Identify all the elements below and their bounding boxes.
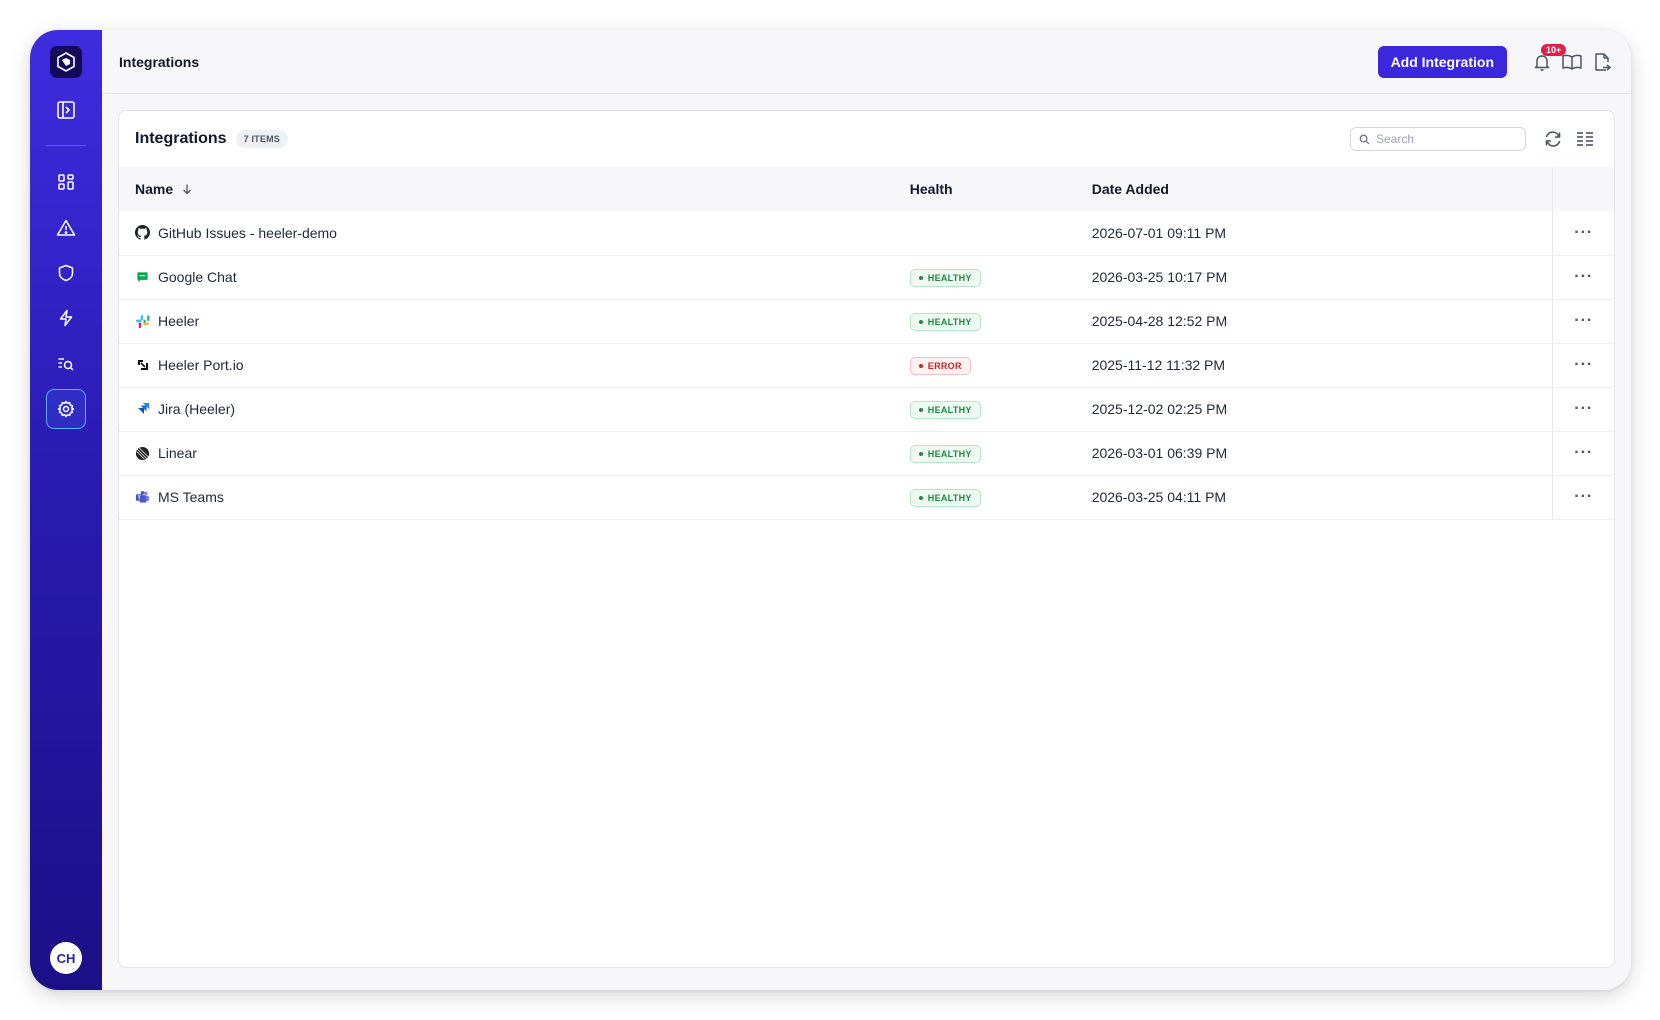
sidebar: CH [30, 30, 102, 990]
sidebar-item-alerts[interactable] [50, 212, 82, 244]
search-input[interactable] [1376, 132, 1517, 146]
refresh-button[interactable] [1540, 126, 1566, 152]
row-actions-button[interactable]: ··· [1574, 444, 1593, 461]
columns-icon [1577, 132, 1593, 146]
document-export-icon [1595, 52, 1612, 71]
sort-down-icon [183, 184, 191, 195]
search-list-icon [58, 358, 74, 371]
sidebar-item-security[interactable] [50, 257, 82, 289]
page-title: Integrations [119, 53, 200, 70]
docs-button[interactable] [1559, 49, 1585, 75]
column-header-actions [1552, 167, 1614, 211]
content-area: Integrations 7 ITEMS Search Name Health … [102, 94, 1631, 990]
table-row[interactable]: Heeler HEALTHY 2025-04-28 12:52 PM ··· [119, 299, 1614, 343]
logo-icon [57, 52, 75, 72]
item-count-badge: 7 ITEMS [235, 130, 288, 148]
integrations-card: Integrations 7 ITEMS Search Name Health … [118, 110, 1615, 968]
row-actions-button[interactable]: ··· [1574, 268, 1593, 285]
main-area: Integrations Add Integration 10+ Integra… [102, 30, 1631, 990]
column-header-name[interactable]: Name [119, 167, 894, 211]
table-row[interactable]: Google Chat HEALTHY 2026-03-25 10:17 PM … [119, 255, 1614, 299]
status-badge: HEALTHY [909, 489, 981, 507]
jira-icon [135, 402, 150, 417]
date-added: 2025-11-12 11:32 PM [1091, 357, 1226, 373]
github-icon [135, 225, 150, 240]
date-added: 2025-04-28 12:52 PM [1091, 313, 1228, 329]
integration-name[interactable]: Google Chat [158, 269, 237, 285]
sidebar-divider [46, 145, 86, 146]
search-box[interactable] [1350, 127, 1526, 151]
date-added: 2026-03-01 06:39 PM [1091, 445, 1228, 461]
table-row[interactable]: Jira (Heeler) HEALTHY 2025-12-02 02:25 P… [119, 387, 1614, 431]
search-icon [1359, 134, 1370, 144]
export-button[interactable] [1589, 49, 1615, 75]
column-settings-button[interactable] [1572, 126, 1598, 152]
lightning-icon [59, 309, 73, 327]
row-actions-button[interactable]: ··· [1574, 488, 1593, 505]
shield-icon [58, 264, 74, 282]
row-actions-button[interactable]: ··· [1574, 312, 1593, 329]
status-badge: HEALTHY [909, 401, 981, 419]
sidebar-toggle-button[interactable] [50, 94, 82, 126]
table-header-row: Name Health Date Added [119, 167, 1614, 211]
integration-name[interactable]: GitHub Issues - heeler-demo [158, 225, 337, 241]
table-row[interactable]: Heeler Port.io ERROR 2025-11-12 11:32 PM… [119, 343, 1614, 387]
integration-name[interactable]: MS Teams [158, 489, 224, 505]
date-added: 2026-03-25 04:11 PM [1091, 489, 1227, 505]
sidebar-item-settings[interactable] [46, 389, 86, 429]
app-logo[interactable] [50, 46, 82, 78]
top-bar: Integrations Add Integration 10+ [102, 30, 1631, 94]
integrations-table: Name Health Date Added GitHub Issues - h… [119, 167, 1614, 520]
date-added: 2026-07-01 09:11 PM [1091, 224, 1227, 241]
refresh-icon [1545, 131, 1561, 147]
google-chat-icon [135, 270, 150, 285]
linear-icon [135, 446, 150, 461]
row-actions-button[interactable]: ··· [1574, 400, 1593, 417]
port-icon [135, 358, 150, 373]
health-cell [894, 211, 1076, 255]
row-actions-button[interactable]: ··· [1574, 224, 1593, 241]
row-actions-button[interactable]: ··· [1574, 356, 1593, 373]
table-row[interactable]: Linear HEALTHY 2026-03-01 06:39 PM ··· [119, 431, 1614, 475]
table-row[interactable]: GitHub Issues - heeler-demo 2026-07-01 0… [119, 211, 1614, 255]
ms-teams-icon: T [135, 490, 150, 505]
user-avatar[interactable]: CH [50, 942, 82, 974]
integration-name[interactable]: Linear [158, 445, 197, 461]
status-badge: ERROR [909, 357, 971, 375]
status-badge: HEALTHY [909, 269, 981, 287]
sidebar-item-dashboard[interactable] [50, 166, 82, 198]
card-header: Integrations 7 ITEMS [119, 111, 1614, 167]
column-header-health[interactable]: Health [894, 167, 1076, 211]
gear-icon [57, 400, 75, 418]
date-added: 2026-03-25 10:17 PM [1091, 269, 1228, 285]
warning-icon [56, 219, 76, 236]
notifications-button[interactable]: 10+ [1529, 43, 1567, 75]
integration-name[interactable]: Heeler [158, 313, 199, 329]
dashboard-icon [58, 174, 74, 190]
integration-name[interactable]: Jira (Heeler) [158, 401, 235, 417]
sidebar-expand-icon [57, 101, 75, 119]
app-window: CH Integrations Add Integration 10+ Inte… [30, 30, 1631, 990]
add-integration-button[interactable]: Add Integration [1377, 45, 1507, 78]
status-badge: HEALTHY [909, 313, 981, 331]
date-added: 2025-12-02 02:25 PM [1091, 401, 1228, 417]
sidebar-item-search[interactable] [50, 348, 82, 380]
slack-icon [135, 314, 150, 329]
table-row[interactable]: T MS Teams HEALTHY 2026-03-25 04:11 PM ·… [119, 475, 1614, 519]
book-open-icon [1562, 54, 1582, 70]
sidebar-item-automations[interactable] [50, 302, 82, 334]
card-title: Integrations [135, 130, 227, 147]
status-badge: HEALTHY [909, 445, 981, 463]
integration-name[interactable]: Heeler Port.io [158, 357, 244, 373]
column-header-date[interactable]: Date Added [1076, 167, 1553, 211]
